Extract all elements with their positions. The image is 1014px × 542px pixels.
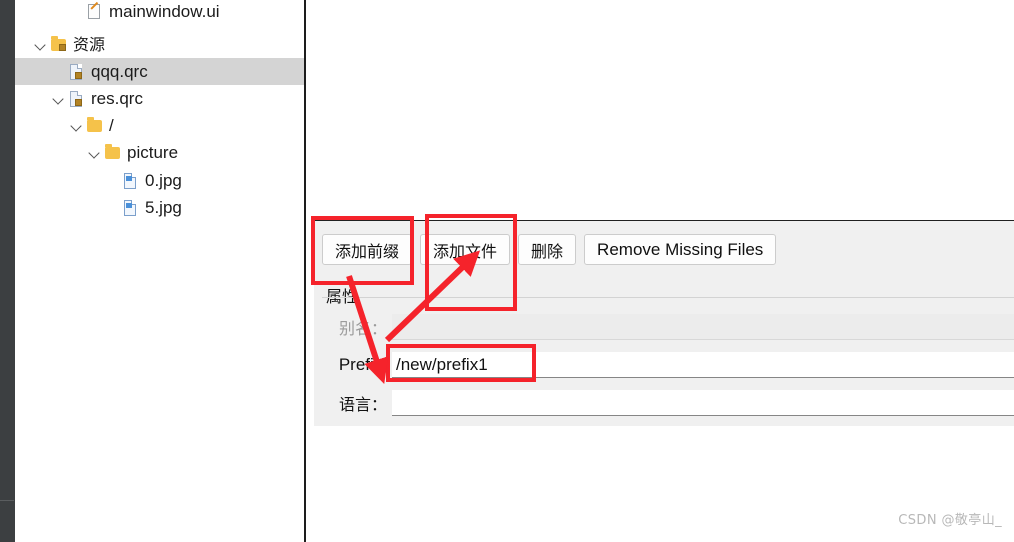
tree-twisty-placeholder: [51, 64, 67, 80]
qrc-file-icon-glyph: [70, 90, 82, 107]
language-input[interactable]: [392, 390, 1014, 416]
alias-input: [392, 314, 1014, 340]
editor-blank-area: [306, 0, 1014, 219]
tree-item-label: picture: [127, 142, 179, 162]
folder-icon-glyph: [87, 117, 102, 132]
alias-label: 别名：: [338, 319, 387, 338]
image-file-icon: [121, 198, 141, 218]
tree-twisty-placeholder: [105, 200, 121, 216]
folder-icon: [103, 143, 123, 163]
tree-item-label: res.qrc: [91, 88, 143, 108]
resource-folder-icon-glyph: [51, 36, 66, 51]
tree-row[interactable]: 0.jpg: [15, 167, 305, 194]
tree-row[interactable]: picture: [15, 139, 305, 166]
add-file-button[interactable]: 添加文件: [420, 234, 511, 265]
properties-group-divider: [322, 297, 1014, 298]
resource-folder-icon: [49, 35, 69, 55]
language-label: 语言：: [338, 395, 387, 414]
language-row: 语言：: [314, 387, 1014, 419]
tree-item-label: /: [109, 115, 114, 135]
tree-row[interactable]: 资源: [15, 31, 305, 58]
csdn-watermark: CSDN @敬亭山_: [898, 513, 1002, 528]
tree-indent-spacer: [15, 180, 105, 181]
tree-item-label: mainwindow.ui: [109, 1, 220, 21]
add-prefix-button[interactable]: 添加前缀: [322, 234, 413, 265]
qrc-editor: 添加前缀 添加文件 删除 Remove Missing Files 属性 别名： Pre…: [306, 219, 1014, 542]
image-file-icon-glyph: [124, 172, 136, 189]
tree-indent-spacer: [15, 98, 51, 99]
tree-indent-spacer: [15, 44, 33, 45]
qrc-file-icon-glyph: [70, 63, 82, 80]
remove-missing-files-button[interactable]: Remove Missing Files: [584, 234, 777, 265]
ui-file-icon-glyph: [88, 3, 100, 19]
image-file-icon: [121, 171, 141, 191]
editor-panel: 添加前缀 添加文件 删除 Remove Missing Files 属性 别名： Pre…: [306, 0, 1014, 542]
tree-indent-spacer: [15, 71, 51, 72]
prefix-value: /new/prefix1: [396, 354, 488, 374]
chevron-down-icon[interactable]: [33, 37, 49, 53]
tree-indent-spacer: [15, 11, 69, 12]
tree-item-label: 资源: [73, 34, 106, 54]
prefix-label: Prefix:: [338, 355, 387, 374]
tree-row[interactable]: /: [15, 112, 305, 139]
alias-row: 别名：: [314, 311, 1014, 343]
properties-group-title: 属性: [326, 287, 359, 306]
tree-indent-spacer: [15, 152, 87, 153]
tree-twisty-placeholder: [105, 173, 121, 189]
qrc-toolbar: 添加前缀 添加文件 删除 Remove Missing Files: [322, 234, 777, 265]
screenshot-root: mainwindow.ui 资源 qqq.qrc res.qrc / picture 0.j…: [0, 0, 1014, 542]
folder-icon-glyph: [105, 144, 120, 159]
tree-row[interactable]: res.qrc: [15, 85, 305, 112]
image-file-icon-glyph: [124, 199, 136, 216]
qrc-file-icon: [67, 89, 87, 109]
folder-icon: [85, 116, 105, 136]
tree-twisty-placeholder: [69, 4, 85, 20]
chevron-down-icon[interactable]: [87, 145, 103, 161]
tree-indent-spacer: [15, 125, 69, 126]
chevron-down-icon[interactable]: [69, 118, 85, 134]
tree-indent-spacer: [15, 207, 105, 208]
project-tree-panel[interactable]: mainwindow.ui 资源 qqq.qrc res.qrc / picture 0.j…: [15, 0, 305, 542]
qrc-file-icon: [67, 62, 87, 82]
prefix-row: Prefix: /new/prefix1: [314, 349, 1014, 381]
tree-row[interactable]: mainwindow.ui: [15, 0, 305, 25]
ide-left-strip: [0, 0, 15, 542]
prefix-input[interactable]: /new/prefix1: [392, 352, 1014, 378]
delete-button[interactable]: 删除: [518, 234, 577, 265]
tree-item-label: qqq.qrc: [91, 61, 148, 81]
tree-row[interactable]: 5.jpg: [15, 194, 305, 221]
tree-row[interactable]: qqq.qrc: [15, 58, 305, 85]
ui-file-icon: [85, 2, 105, 22]
qrc-editor-body: 添加前缀 添加文件 删除 Remove Missing Files 属性 别名： Pre…: [314, 220, 1014, 426]
tree-item-label: 5.jpg: [145, 197, 182, 217]
tree-item-label: 0.jpg: [145, 170, 182, 190]
ide-strip-divider: [0, 500, 14, 501]
chevron-down-icon[interactable]: [51, 91, 67, 107]
